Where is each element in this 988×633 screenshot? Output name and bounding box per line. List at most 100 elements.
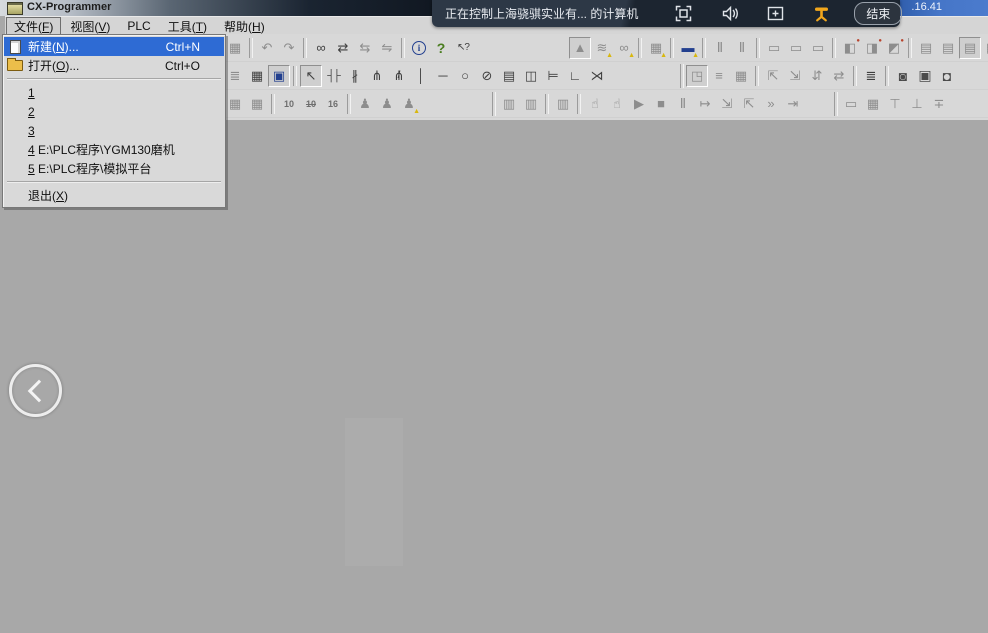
step-out-icon[interactable]: ⇱ [738,93,760,115]
menu-item-exit[interactable]: 退出(X) [4,186,224,205]
online-edit-release-icon[interactable]: ◩ [883,37,905,59]
new-coil-icon[interactable]: ○ [454,65,476,87]
context-help-icon[interactable]: ↖? [452,37,474,59]
menu-item-new[interactable]: 新建(N)...Ctrl+N [4,37,224,56]
signed-decimal-icon[interactable]: 10 [300,93,322,115]
continuous-step-icon[interactable]: » [760,93,782,115]
transfer-to-simulator-icon[interactable]: ▥ [498,93,520,115]
plc-settings-icon[interactable]: ▤ [959,37,981,59]
force-cancel-icon[interactable]: ∓ [928,93,950,115]
new-closed-coil-icon[interactable]: ⊘ [476,65,498,87]
simulator-transfer-icon[interactable]: ▥ [552,93,574,115]
monitor-data-icon[interactable]: ♟ [398,93,420,115]
menu-file[interactable]: 文件(F) [6,17,61,36]
insert-row-icon[interactable]: ⇱ [762,65,784,87]
info-icon[interactable] [408,37,430,59]
monitor-pause-icon[interactable]: ♟ [376,93,398,115]
menu-tools[interactable]: 工具(T) [160,17,215,36]
menu-view[interactable]: 视图(V) [62,17,118,36]
redo-icon[interactable]: ↷ [278,37,300,59]
new-or-closed-contact-icon[interactable]: ⋔ [388,65,410,87]
rung-margin-icon[interactable]: ▦ [246,93,268,115]
back-button[interactable] [9,364,62,417]
sim-run-icon[interactable]: ▶ [628,93,650,115]
new-instruction-icon[interactable]: ▤ [498,65,520,87]
program-check-icon[interactable]: ▦ [730,65,752,87]
new-tr-icon[interactable]: ⊨ [542,65,564,87]
pause-trigger-icon[interactable]: Ⅱ [731,37,753,59]
plc-clock-icon[interactable]: ▭ [840,93,862,115]
online-edit-cancel-icon[interactable]: ◨ [861,37,883,59]
watch-window-icon[interactable]: ▭ [807,37,829,59]
menu-item-open[interactable]: 打开(O)...Ctrl+O [4,56,224,75]
menu-item-recent-5[interactable]: 5 E:\PLC程序\模拟平台 [4,159,224,178]
symbol-table-icon[interactable]: ◙ [892,65,914,87]
breakpoint-icon[interactable]: ☝ [584,93,606,115]
delete-rung-icon[interactable]: ⇄ [828,65,850,87]
insert-rung-icon[interactable]: ⇵ [806,65,828,87]
hex-monitor-icon[interactable]: 16 [322,93,344,115]
end-session-button[interactable]: 结束 [854,2,902,25]
compare-program-icon[interactable]: ▬ [677,37,699,59]
selection-arrow-icon[interactable]: ↖ [300,65,322,87]
memory-card-icon[interactable]: ▤ [981,37,988,59]
local-window-icon[interactable]: ▭ [785,37,807,59]
vertical-line-icon[interactable]: │ [410,65,432,87]
help-icon[interactable]: ? [430,37,452,59]
brand-icon[interactable] [812,4,831,23]
force-off-icon[interactable]: ⊥ [906,93,928,115]
compile-icon[interactable]: ≡ [708,65,730,87]
new-or-contact-icon[interactable]: ⋔ [366,65,388,87]
simulator-online-icon[interactable]: ▥ [520,93,542,115]
new-pc-instruction-icon[interactable]: ◫ [520,65,542,87]
menu-plc[interactable]: PLC [119,18,158,34]
find-icon[interactable]: ∞ [310,37,332,59]
menu-item-recent-2[interactable]: 2 [4,102,224,121]
new-closed-contact-icon[interactable]: ∦ [344,65,366,87]
comment-view-icon[interactable]: ◘ [936,65,958,87]
delete-line-icon[interactable]: ⋊ [586,65,608,87]
scan-run-icon[interactable]: ⇥ [782,93,804,115]
menu-help[interactable]: 帮助(H) [216,17,273,36]
toolbox-icon[interactable] [766,4,785,23]
mnemonic-view-icon[interactable]: ▦ [246,65,268,87]
step-run-icon[interactable]: ↦ [694,93,716,115]
delete-row-icon[interactable]: ⇲ [784,65,806,87]
step-in-icon[interactable]: ⇲ [716,93,738,115]
monitor-icon[interactable]: ≋ [591,37,613,59]
menu-item-recent-3[interactable]: 3 [4,121,224,140]
memory-view-icon[interactable]: ▦ [862,93,884,115]
ladder-view-icon[interactable]: ▣ [268,65,290,87]
force-on-icon[interactable]: ⊤ [884,93,906,115]
replace-icon[interactable]: ⇄ [332,37,354,59]
io-table-icon[interactable]: ▤ [915,37,937,59]
project-tree-icon[interactable]: ≣ [224,65,246,87]
transfer-to-plc-icon[interactable]: ▦ [645,37,667,59]
change-all-icon[interactable]: ⇋ [376,37,398,59]
find-next-icon[interactable]: ⇆ [354,37,376,59]
decimal-monitor-icon[interactable]: 10 [278,93,300,115]
grid-toggle-icon[interactable]: ▦ [224,93,246,115]
online-edit-send-icon[interactable]: ◧ [839,37,861,59]
sim-stop-icon[interactable]: ■ [650,93,672,115]
transfer-program-icon[interactable]: ◳ [686,65,708,87]
clear-breakpoint-icon[interactable]: ☝ [606,93,628,115]
monitor-mode-icon[interactable]: ♟ [354,93,376,115]
line-connect-icon[interactable]: ∟ [564,65,586,87]
pause-monitor-icon[interactable]: Ⅱ [709,37,731,59]
undo-icon[interactable]: ↶ [256,37,278,59]
menu-item-recent-4[interactable]: 4 E:\PLC程序\YGM130磨机 [4,140,224,159]
address-reference-icon[interactable]: ▣ [914,65,936,87]
fullscreen-icon[interactable] [674,4,693,23]
cross-reference-icon[interactable]: ▭ [763,37,785,59]
sim-pause-icon[interactable]: Ⅱ [672,93,694,115]
rung-list-icon[interactable]: ≣ [860,65,882,87]
save-icon[interactable]: ▦ [224,37,246,59]
plc-memory-icon[interactable]: ▤ [937,37,959,59]
speaker-icon[interactable] [720,4,739,23]
work-online-icon[interactable]: ▲ [569,37,591,59]
new-contact-icon[interactable]: ┤├ [322,65,344,87]
horizontal-line-icon[interactable]: ─ [432,65,454,87]
menu-item-recent-1[interactable]: 1 [4,83,224,102]
online-edit-icon[interactable]: ∞ [613,37,635,59]
